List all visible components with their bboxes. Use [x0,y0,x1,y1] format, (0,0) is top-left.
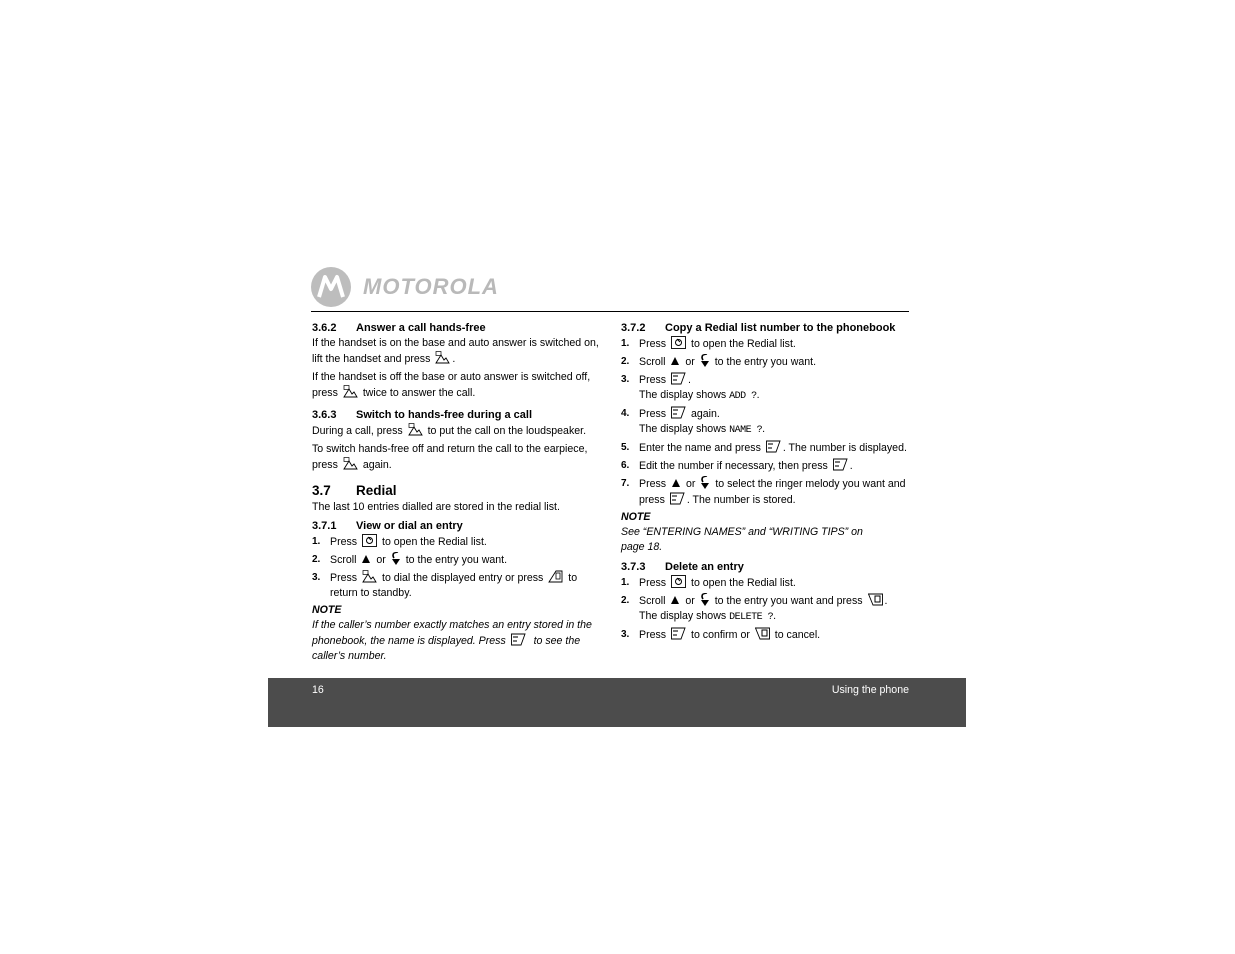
list-item: 2. Scroll or to the entry you want and pr… [621,593,888,623]
menu-key-icon [766,440,781,453]
note-heading: NOTE [312,604,342,616]
talk-key-icon [435,351,450,364]
redial-key-icon [671,336,686,349]
down-arrow-icon [700,593,710,606]
header-rule [311,311,909,312]
menu-key-icon [671,627,686,640]
list-item: 1. Press to open the Redial list. [621,575,796,589]
display-text: NAME ? [729,425,763,436]
redial-key-icon [671,575,686,588]
paragraph: To switch hands-free off and return the … [312,443,588,471]
note-heading: NOTE [621,511,651,523]
menu-key-icon [670,492,685,505]
page-number: 16 [312,684,324,696]
motorola-batwing-icon [311,267,351,307]
heading-3-7-1: 3.7.1 View or dial an entry [312,520,463,532]
page-footer: 16 Using the phone [268,678,966,727]
steps-list: 1. Press to open the Redial list. 2. Scrol… [312,534,602,601]
list-item: 7. Press or to select the ringer melody y… [621,476,906,506]
menu-key-icon [833,458,848,471]
talk-key-icon [343,457,358,470]
list-item: 2. Scroll or to the entry you want. [621,354,817,368]
menu-key-icon [671,372,686,385]
paragraph: During a call, press to put the call on … [312,423,587,437]
up-arrow-icon [670,593,680,606]
down-arrow-icon [700,476,710,489]
note-text: See “ENTERING NAMES” and “WRITING TIPS” … [621,526,863,553]
list-item: 6. Edit the number if necessary, then pre… [621,458,853,472]
list-item: 3. Press to confirm or to cancel. [621,627,821,641]
list-item: 2. Scroll or to the entry you want. [312,552,508,566]
clear-key-icon [755,627,770,640]
redial-key-icon [362,534,377,547]
list-item: 1. Press to open the Redial list. [312,534,487,548]
menu-key-icon [511,633,526,646]
note-text: If the caller’s number exactly matches a… [312,619,592,662]
paragraph: If the handset is on the base and auto a… [312,337,599,365]
display-text: DELETE ? [729,612,774,623]
heading-3-7: 3.7 Redial [312,483,397,498]
list-item: 5. Enter the name and press . The number … [621,440,907,454]
paragraph: If the handset is off the base or auto a… [312,371,591,399]
clear-key-icon [868,593,883,606]
left-column: 3.6.2 Answer a call hands-free If the han… [312,320,602,664]
list-item: 3. Press . The display shows ADD ?. [621,372,760,402]
down-arrow-icon [700,354,710,367]
footer-section-title: Using the phone [831,684,909,696]
display-text: ADD ? [729,391,757,402]
heading-3-7-2: 3.7.2 Copy a Redial list number to the ph… [621,322,896,334]
talk-key-icon [362,570,377,583]
up-arrow-icon [671,476,681,489]
talk-key-icon [408,423,423,436]
heading-3-6-2: 3.6.2 Answer a call hands-free [312,322,486,334]
brand-name: MOTOROLA [363,274,499,299]
paragraph: The last 10 entries dialled are stored i… [312,501,560,513]
steps-list: 1. Press to open the Redial list. 2. Scrol… [621,575,913,643]
list-item: 1. Press to open the Redial list. [621,336,796,350]
up-arrow-icon [361,552,371,565]
heading-3-6-3: 3.6.3 Switch to hands-free during a call [312,409,533,421]
talk-key-icon [343,385,358,398]
up-arrow-icon [670,354,680,367]
list-item: 3. Press to dial the displayed entry or p… [312,570,578,599]
end-key-icon [548,570,563,583]
motorola-logo: MOTOROLA [311,266,499,308]
steps-list: 1. Press to open the Redial list. 2. Scrol… [621,336,913,508]
list-item: 4. Press again. The display shows NAME ?. [621,406,766,436]
down-arrow-icon [391,552,401,565]
heading-3-7-3: 3.7.3 Delete an entry [621,561,744,573]
menu-key-icon [671,406,686,419]
right-column: 3.7.2 Copy a Redial list number to the ph… [621,320,913,645]
